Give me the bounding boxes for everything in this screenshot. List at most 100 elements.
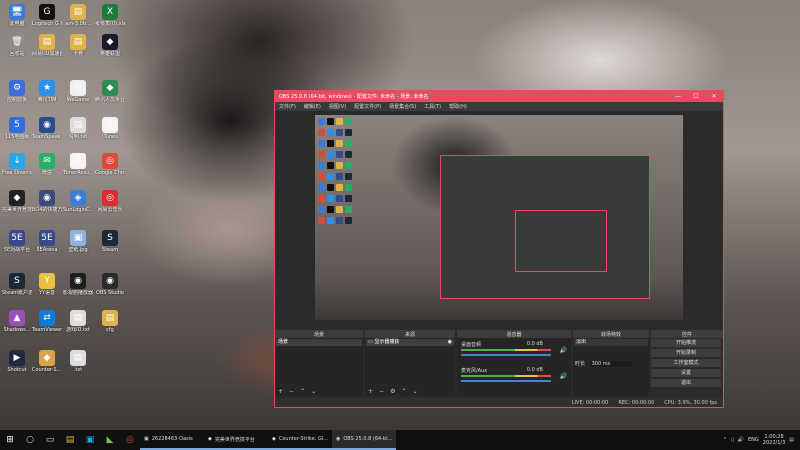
desktop-icon[interactable]: ▤ 说明.txt — [63, 117, 93, 140]
desktop-icon[interactable]: ◆腾讯人员专业版 — [95, 80, 125, 103]
volume-slider[interactable] — [461, 354, 551, 356]
desktop-icon[interactable]: Y YY语音 — [32, 273, 62, 296]
desktop-icon[interactable]: ▤ 游戏ID.txt — [63, 310, 93, 333]
move-up-icon[interactable]: ⌃ — [401, 388, 406, 395]
desktop-icon[interactable]: 🖥 此电脑 — [2, 4, 32, 27]
desktop-icon[interactable]: ◎ 网易云音乐 — [95, 190, 125, 213]
desktop-icon[interactable]: ▤ 卡券 — [63, 34, 93, 57]
duration-input[interactable]: 300 ms — [589, 361, 632, 367]
desktop-icon[interactable]: ◉ 影视剧播放器 — [63, 273, 93, 296]
desktop-icon[interactable]: GLogitech G HUB — [32, 4, 62, 27]
desktop-icon[interactable]: ✉ 微信 — [32, 153, 62, 176]
scene-list-item[interactable]: 场景 — [276, 339, 362, 346]
notifications-icon[interactable]: ▤ — [789, 437, 794, 443]
windows-start-icon[interactable]: ⊞ — [0, 430, 20, 450]
taskbar-app-button[interactable]: ◆ 完美世界竞技平台 — [204, 430, 268, 450]
chrome-icon[interactable]: ◎ — [120, 430, 140, 450]
preview-mini-icon — [327, 217, 334, 224]
add-icon[interactable]: + — [368, 388, 373, 395]
desktop-icon[interactable]: ▤ .txt — [63, 350, 93, 373]
desktop-icon[interactable]: ◎Google Chrome — [95, 153, 125, 176]
studio-mode-button[interactable]: 工作室模式 — [651, 359, 721, 367]
desktop-icon-label: 115电脑版 — [4, 134, 30, 140]
store-icon[interactable]: ▣ — [80, 430, 100, 450]
visibility-eye-icon[interactable]: ◉ — [448, 339, 452, 346]
desktop-icon[interactable]: ◈ SunLoginC... — [63, 190, 93, 213]
desktop-icon[interactable]: 5 115电脑版 — [2, 117, 32, 140]
settings-button[interactable]: 设置 — [651, 369, 721, 377]
menu-tools[interactable]: 工具(T) — [424, 103, 441, 110]
desktop-icon[interactable]: ▶ Shotcut — [2, 350, 32, 373]
maximize-button[interactable]: ☐ — [687, 93, 705, 100]
move-down-icon[interactable]: ⌄ — [412, 388, 417, 395]
volume-icon[interactable]: 🔊 — [738, 437, 744, 443]
clock[interactable]: 1:00:28 2022/1/3 — [763, 434, 785, 446]
input-language[interactable]: ENG — [748, 437, 759, 443]
menu-help[interactable]: 帮助(H) — [449, 103, 467, 110]
remove-icon[interactable]: − — [289, 388, 294, 395]
taskbar-app-button[interactable]: ◉ OBS 25.0.8 (64-bi... — [332, 430, 396, 450]
nvidia-icon[interactable]: ◣ — [100, 430, 120, 450]
menu-file[interactable]: 文件(F) — [279, 103, 296, 110]
preview-mini-icon — [336, 129, 343, 136]
transition-select[interactable]: 淡出 — [574, 339, 648, 346]
desktop-icon[interactable]: ▣ 壁纸.jpg — [63, 230, 93, 253]
minimize-button[interactable]: — — [669, 93, 687, 100]
desktop-icon[interactable]: ▤ am-3.0b... — [63, 4, 93, 27]
desktop-icon[interactable]: 🗑 回收站 — [2, 34, 32, 57]
exit-button[interactable]: 退出 — [651, 379, 721, 387]
taskbar-app-button[interactable]: ▣ 26228463-Oasis — [140, 430, 204, 450]
desktop-icon[interactable]: ◉ OBS Studio — [95, 273, 125, 296]
gear-icon[interactable]: ⚙ — [390, 388, 395, 395]
network-icon[interactable]: ▯ — [731, 437, 734, 443]
search-icon[interactable]: ○ — [20, 430, 40, 450]
source-list-item[interactable]: ▭ 显示器捕获 ◉ — [366, 339, 454, 346]
desktop-icon[interactable]: SSteam账户游戏 — [2, 273, 32, 296]
obs-title-bar[interactable]: OBS 25.0.8 (64-bit, windows) - 配置文件: 未命名… — [275, 91, 723, 102]
source-label: 显示器捕获 — [374, 339, 400, 345]
desktop-icon[interactable]: X考核表(0).xlsx — [95, 4, 125, 27]
desktop-icon[interactable]: ◆ 英雄联盟 — [95, 34, 125, 57]
start-streaming-button[interactable]: 开始推流 — [651, 339, 721, 347]
task-view-icon[interactable]: ▭ — [40, 430, 60, 450]
tray-chevron-icon[interactable]: ⌃ — [723, 437, 727, 443]
menu-edit[interactable]: 编辑(E) — [304, 103, 321, 110]
desktop-icon[interactable]: ◷ TimerReso... — [63, 153, 93, 176]
desktop-icon[interactable]: ⇄ TeamViewer — [32, 310, 62, 333]
obs-status-bar: LIVE: 00:00:00 REC: 00:00:00 CPU: 3.9%, … — [275, 398, 723, 407]
desktop-icon[interactable]: S Steam — [95, 230, 125, 253]
desktop-icon[interactable]: ◆完美世界竞技平台 — [2, 190, 32, 213]
desktop-icon[interactable]: ▲ Shadows... — [2, 310, 32, 333]
preview-mini-icon — [318, 195, 325, 202]
obs-window[interactable]: OBS 25.0.8 (64-bit, windows) - 配置文件: 未命名… — [274, 90, 724, 408]
speaker-icon[interactable]: 🔊 — [560, 373, 567, 380]
obs-preview-canvas[interactable] — [315, 115, 683, 320]
preview-mini-icon — [345, 184, 352, 191]
desktop-icon[interactable]: ↓Free Downlo... — [2, 153, 32, 176]
add-icon[interactable]: + — [278, 388, 283, 395]
move-down-icon[interactable]: ⌄ — [311, 388, 316, 395]
desktop-icon[interactable]: ▤ cfg — [95, 310, 125, 333]
volume-slider[interactable] — [461, 380, 551, 382]
file-explorer-icon[interactable]: ▤ — [60, 430, 80, 450]
remove-icon[interactable]: − — [379, 388, 384, 395]
desktop-icon[interactable]: ★ 腾讯TIM — [32, 80, 62, 103]
desktop-icon[interactable]: ◉BO4的快捷方式 — [32, 190, 62, 213]
desktop-icon[interactable]: ⚙ 控制面板 — [2, 80, 32, 103]
desktop-icon[interactable]: 5E 5EArena — [32, 230, 62, 253]
menu-view[interactable]: 视图(V) — [329, 103, 346, 110]
start-recording-button[interactable]: 开始录制 — [651, 349, 721, 357]
desktop-icon[interactable]: G WeGame — [63, 80, 93, 103]
desktop-icon[interactable]: 5E 5E对战平台 — [2, 230, 32, 253]
desktop-icon[interactable]: ▤ 网易UU加速器 — [32, 34, 62, 57]
taskbar-app-button[interactable]: ◆ Counter-Strike: Gl... — [268, 430, 332, 450]
desktop-icon[interactable]: ◆Counter-S... Global Off... — [32, 350, 62, 373]
desktop-icon[interactable]: ♪ iTunes — [95, 117, 125, 140]
menu-profile[interactable]: 配置文件(P) — [354, 103, 381, 110]
desktop-icon[interactable]: ◉TeamSpeak 3 — [32, 117, 62, 140]
close-button[interactable]: ✕ — [705, 93, 723, 100]
speaker-icon[interactable]: 🔊 — [560, 347, 567, 354]
menu-scene-collection[interactable]: 场景集合(S) — [389, 103, 416, 110]
move-up-icon[interactable]: ⌃ — [300, 388, 305, 395]
desktop-icon-label: .txt — [73, 367, 83, 373]
